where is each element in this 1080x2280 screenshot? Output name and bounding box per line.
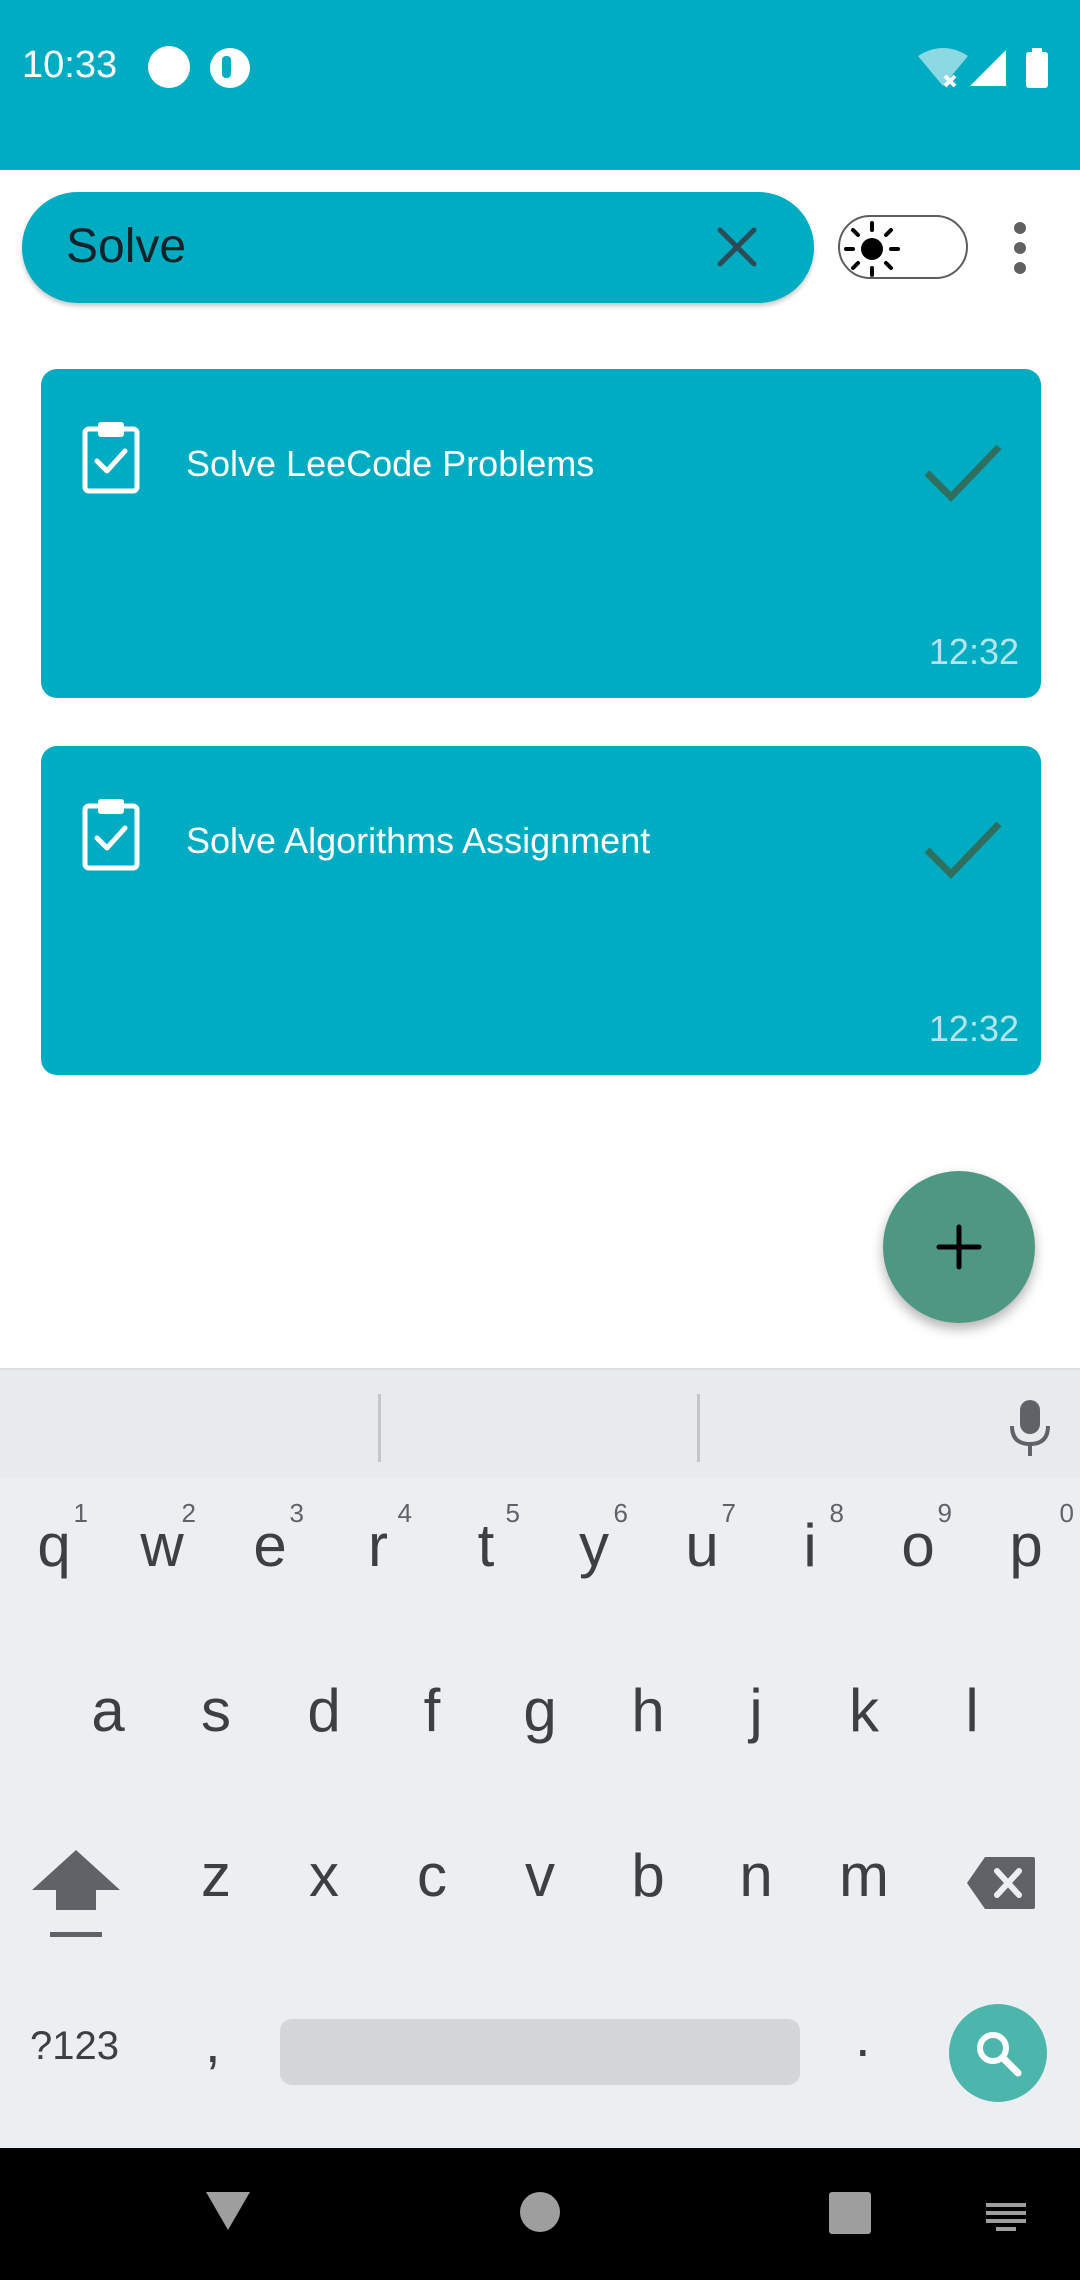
signal-icon	[970, 50, 1006, 86]
key-c[interactable]: c	[378, 1808, 486, 1938]
sun-icon	[844, 221, 900, 277]
notification-dot-icon	[148, 46, 190, 88]
status-bar: 10:33	[0, 0, 1080, 170]
app-notification-icon	[210, 48, 250, 88]
key-j[interactable]: j	[702, 1643, 810, 1773]
clipboard-check-icon	[82, 799, 140, 871]
task-card[interactable]: Solve Algorithms Assignment 12:32	[41, 746, 1041, 1075]
key-e[interactable]: e3	[216, 1478, 324, 1608]
key-b[interactable]: b	[594, 1808, 702, 1938]
key-x[interactable]: x	[270, 1808, 378, 1938]
search-icon	[977, 2032, 1022, 2077]
key-g[interactable]: g	[486, 1643, 594, 1773]
key-q[interactable]: q1	[0, 1478, 108, 1608]
mic-icon[interactable]	[1008, 1398, 1052, 1458]
check-icon[interactable]	[923, 441, 1003, 503]
add-task-button[interactable]	[883, 1171, 1035, 1323]
key-y[interactable]: y6	[540, 1478, 648, 1608]
shift-icon[interactable]	[28, 1848, 124, 1938]
space-bar[interactable]	[280, 2019, 800, 2085]
key-s[interactable]: s	[162, 1643, 270, 1773]
theme-toggle[interactable]	[838, 215, 968, 279]
task-title: Solve Algorithms Assignment	[186, 820, 651, 861]
key-p[interactable]: p0	[972, 1478, 1080, 1608]
key-u[interactable]: u7	[648, 1478, 756, 1608]
clipboard-check-icon	[82, 422, 140, 494]
key-h[interactable]: h	[594, 1643, 702, 1773]
navigation-bar	[0, 2148, 1080, 2280]
key-n[interactable]: n	[702, 1808, 810, 1938]
key-z[interactable]: z	[162, 1808, 270, 1938]
key-l[interactable]: l	[918, 1643, 1026, 1773]
key-d[interactable]: d	[270, 1643, 378, 1773]
task-time: 12:32	[928, 631, 1019, 672]
suggestion-divider	[378, 1394, 381, 1462]
key-t[interactable]: t5	[432, 1478, 540, 1608]
key-r[interactable]: r4	[324, 1478, 432, 1608]
key-i[interactable]: i8	[756, 1478, 864, 1608]
key-o[interactable]: o9	[864, 1478, 972, 1608]
key-k[interactable]: k	[810, 1643, 918, 1773]
task-title: Solve LeeCode Problems	[186, 443, 595, 484]
task-time: 12:32	[928, 1008, 1019, 1049]
key-w[interactable]: w2	[108, 1478, 216, 1608]
more-vert-icon[interactable]	[1005, 220, 1035, 276]
back-icon	[206, 2192, 250, 2230]
check-icon[interactable]	[923, 818, 1003, 880]
key-v[interactable]: v	[486, 1808, 594, 1938]
home-icon	[520, 2192, 560, 2232]
suggestion-divider	[697, 1394, 700, 1462]
status-icons	[918, 48, 1048, 88]
keyboard-suggestion-strip	[0, 1368, 1080, 1478]
close-icon[interactable]	[712, 222, 762, 272]
key-a[interactable]: a	[54, 1643, 162, 1773]
period-key[interactable]: .	[855, 2004, 871, 2069]
key-m[interactable]: m	[810, 1808, 918, 1938]
search-bar[interactable]: Solve	[22, 192, 814, 303]
comma-key[interactable]: ,	[205, 2010, 221, 2075]
add-icon	[936, 1224, 982, 1270]
wifi-icon	[918, 48, 968, 88]
search-key[interactable]	[949, 2004, 1047, 2102]
keyboard-switch-icon	[986, 2203, 1026, 2231]
recents-icon	[829, 2192, 871, 2234]
task-card[interactable]: Solve LeeCode Problems 12:32	[41, 369, 1041, 698]
search-input[interactable]: Solve	[66, 219, 186, 274]
backspace-icon[interactable]	[965, 1855, 1037, 1911]
key-f[interactable]: f	[378, 1643, 486, 1773]
status-time: 10:33	[22, 44, 118, 86]
symbols-key[interactable]: ?123	[30, 2024, 119, 2069]
keyboard: q1 w2 e3 r4 t5 y6 u7 i8 o9 p0 a s d f g …	[0, 1478, 1080, 2148]
battery-icon	[1026, 48, 1048, 88]
